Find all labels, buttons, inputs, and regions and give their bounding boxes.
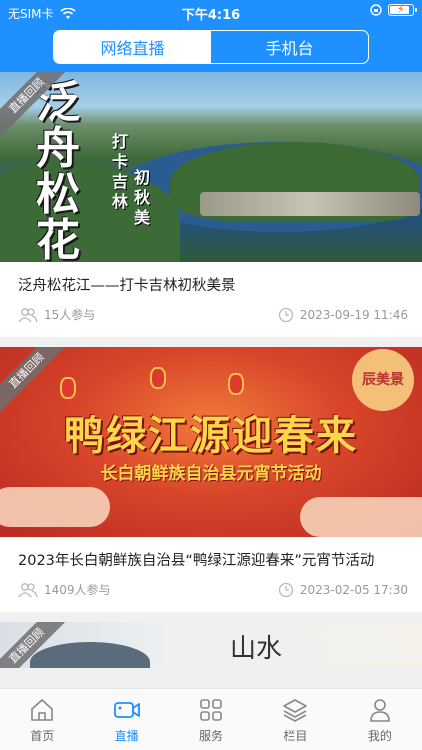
app-header: 无SIM卡 下午4:16 ⚡ 网络直播 手机台 — [0, 0, 422, 72]
battery-icon: ⚡ — [388, 3, 417, 16]
home-icon — [31, 699, 54, 721]
card-thumbnail: 直播回顾 山水 — [0, 622, 422, 668]
status-bar: 无SIM卡 下午4:16 ⚡ — [0, 0, 422, 24]
thumbnail-title: 山水 — [230, 634, 283, 664]
card-meta: 1409人参与 2023-02-05 17:30 — [0, 571, 422, 612]
clock-icon — [278, 307, 294, 322]
video-camera-icon — [113, 702, 140, 718]
orientation-lock-icon — [370, 4, 382, 16]
participants-icon — [18, 582, 38, 597]
list-item[interactable]: 直播回顾 辰美景 鸭绿江源迎春来 长白朝鲜族自治县元宵节活动 2023年长白朝鲜… — [0, 347, 422, 612]
card-thumbnail: 直播回顾 泛舟松花江 打卡吉林 初秋美 — [0, 72, 422, 262]
clock-icon — [278, 582, 294, 597]
list-item[interactable]: 直播回顾 山水 — [0, 622, 422, 668]
participant-count: 1409人参与 — [44, 583, 111, 597]
tab-home[interactable]: 首页 — [0, 689, 84, 750]
tab-live[interactable]: 直播 — [84, 689, 168, 750]
grid-icon — [200, 699, 222, 721]
tab-services[interactable]: 服务 — [169, 689, 253, 750]
status-time: 下午4:16 — [181, 8, 241, 23]
status-right: ⚡ — [370, 3, 417, 16]
segment-control: 网络直播 手机台 — [53, 30, 369, 64]
live-replay-list: 直播回顾 泛舟松花江 打卡吉林 初秋美 泛舟松花江——打卡吉林初秋美景 15人参… — [0, 72, 422, 688]
thumbnail-subtitle: 打卡吉林 — [112, 132, 129, 211]
layers-icon — [283, 699, 308, 722]
card-title: 2023年长白朝鲜族自治县“鸭绿江源迎春来”元宵节活动 — [18, 553, 375, 569]
tab-label: 我的 — [367, 729, 392, 743]
tab-mobile-station[interactable]: 手机台 — [211, 31, 368, 63]
thumbnail-title: 泛舟松花江 — [36, 77, 80, 263]
tab-label: 首页 — [30, 729, 55, 743]
list-item[interactable]: 直播回顾 泛舟松花江 打卡吉林 初秋美 泛舟松花江——打卡吉林初秋美景 15人参… — [0, 72, 422, 337]
tab-label: 直播 — [114, 729, 139, 743]
card-datetime: 2023-09-19 11:46 — [299, 307, 408, 322]
card-meta: 15人参与 2023-09-19 11:46 — [0, 296, 422, 337]
tab-label: 栏目 — [283, 729, 308, 743]
participants-icon — [18, 307, 38, 322]
thumbnail-subtitle: 长白朝鲜族自治县元宵节活动 — [100, 464, 322, 484]
tab-columns[interactable]: 栏目 — [253, 689, 337, 750]
bottom-tab-bar: 首页 直播 服务 栏目 我的 — [0, 688, 422, 750]
card-datetime: 2023-02-05 17:30 — [299, 582, 408, 597]
tab-mine[interactable]: 我的 — [338, 689, 422, 750]
participant-count: 15人参与 — [44, 308, 96, 322]
thumbnail-title: 鸭绿江源迎春来 — [64, 412, 358, 459]
card-thumbnail: 直播回顾 辰美景 鸭绿江源迎春来 长白朝鲜族自治县元宵节活动 — [0, 347, 422, 537]
thumbnail-subtitle: 初秋美 — [134, 168, 151, 227]
thumbnail-badge: 辰美景 — [352, 349, 414, 411]
tab-label: 服务 — [199, 729, 224, 743]
tab-network-live[interactable]: 网络直播 — [54, 31, 211, 63]
card-title: 泛舟松花江——打卡吉林初秋美景 — [18, 278, 236, 294]
user-icon — [370, 699, 390, 722]
